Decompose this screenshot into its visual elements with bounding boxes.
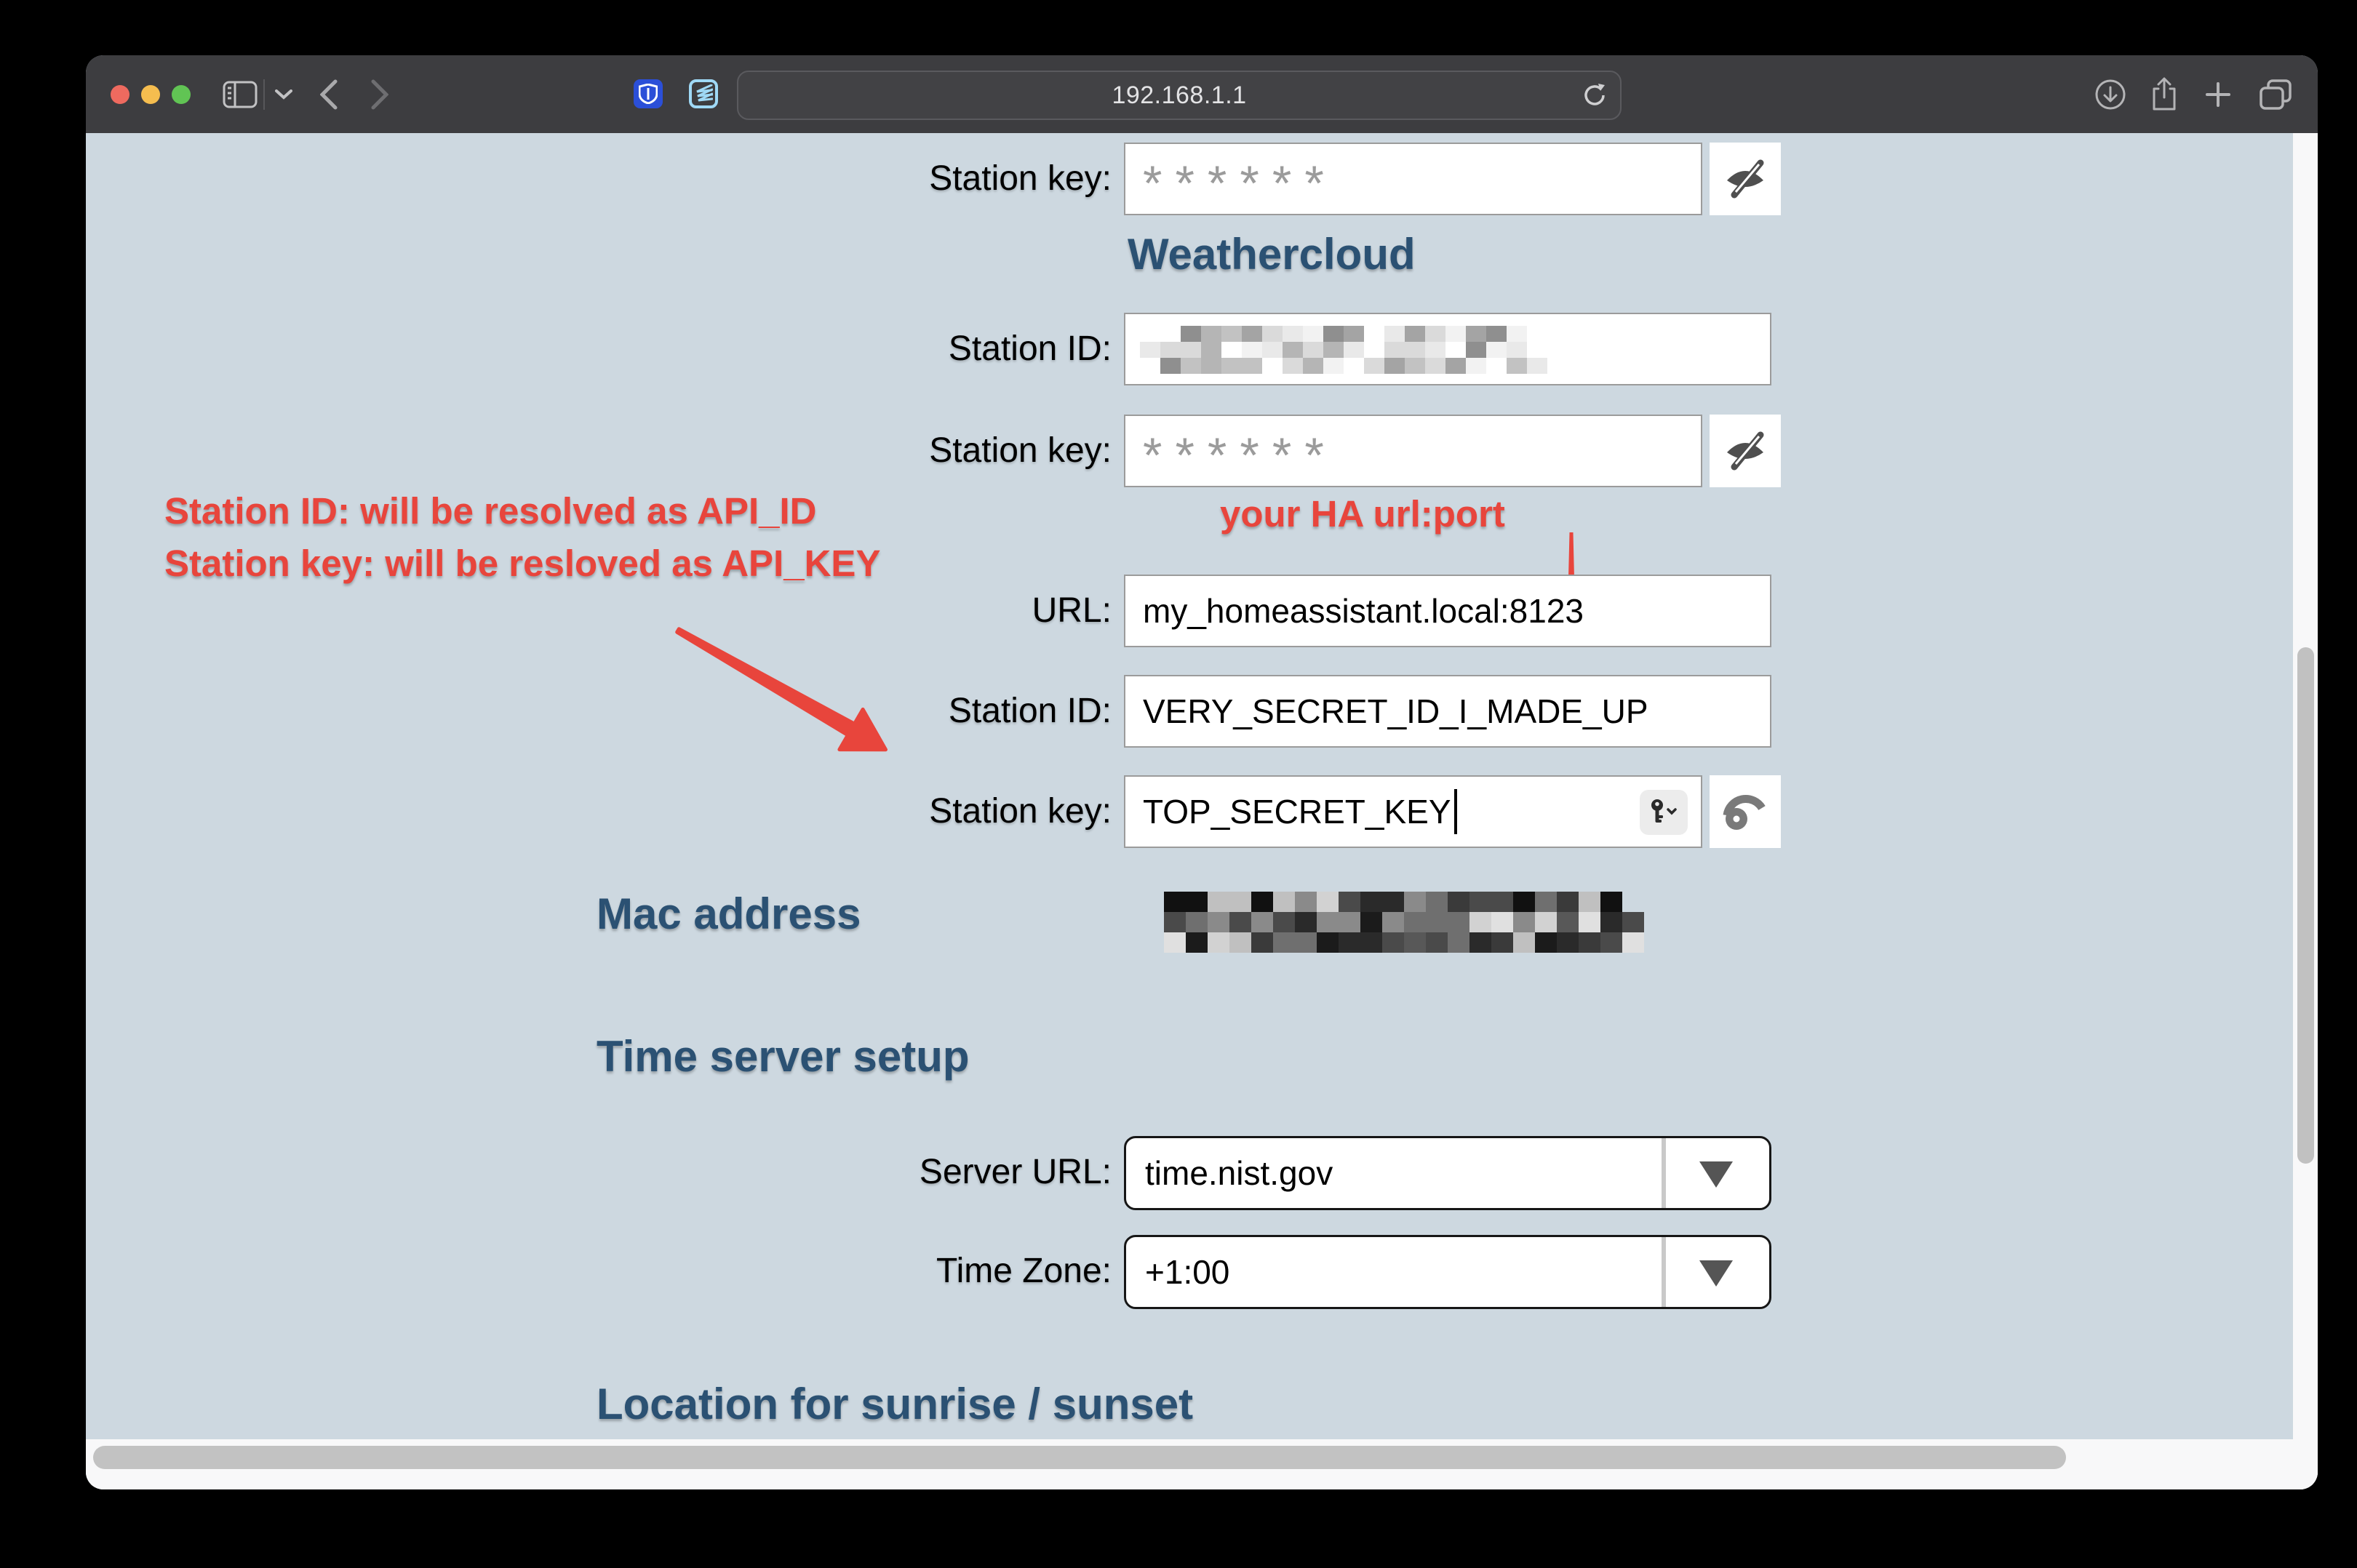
toolbar-divider xyxy=(263,79,265,110)
select-divider xyxy=(1662,1237,1666,1307)
masked-password-text: ****** xyxy=(1143,420,1337,487)
window-minimize-button[interactable] xyxy=(141,85,160,104)
back-button[interactable] xyxy=(313,55,345,133)
redacted-mac-address xyxy=(1164,892,1644,953)
sidebar-menu-button[interactable] xyxy=(269,55,298,133)
server-url-label: Server URL: xyxy=(602,1136,1112,1209)
url-label: URL: xyxy=(602,575,1112,647)
page-content: Station key: ****** Weathercloud Station… xyxy=(86,133,2318,1489)
time-server-heading: Time server setup xyxy=(597,1031,970,1081)
sidebar-icon xyxy=(223,81,258,108)
new-tab-button[interactable] xyxy=(2200,55,2236,133)
station-id-input[interactable]: VERY_SECRET_ID_I_MADE_UP xyxy=(1124,675,1771,748)
consent-extension-button[interactable] xyxy=(689,79,718,108)
downloads-button[interactable] xyxy=(2092,55,2129,133)
station-key-top-label: Station key: xyxy=(602,143,1112,215)
wc-station-id-input[interactable] xyxy=(1124,313,1771,385)
window-zoom-button[interactable] xyxy=(172,85,191,104)
annotation-ha-url: your HA url:port xyxy=(1220,492,1505,535)
vertical-scrollbar[interactable] xyxy=(2293,133,2318,1489)
dropdown-arrow-icon xyxy=(1699,1161,1733,1188)
text-caret xyxy=(1454,789,1457,834)
tab-overview-button[interactable] xyxy=(2255,55,2296,133)
station-key-top-reveal-button[interactable] xyxy=(1710,143,1781,215)
reload-button[interactable] xyxy=(1581,81,1608,109)
bitwarden-shield-icon xyxy=(639,84,658,104)
server-url-select[interactable]: time.nist.gov xyxy=(1124,1136,1771,1210)
share-icon xyxy=(2150,77,2179,112)
triple-chevron-icon xyxy=(694,84,713,103)
server-url-value: time.nist.gov xyxy=(1145,1154,1333,1192)
back-icon xyxy=(320,79,338,110)
plus-icon xyxy=(2204,81,2232,108)
download-icon xyxy=(2094,79,2126,111)
horizontal-scrollbar-thumb[interactable] xyxy=(93,1446,2066,1469)
station-id-value: VERY_SECRET_ID_I_MADE_UP xyxy=(1143,692,1648,730)
location-heading: Location for sunrise / sunset xyxy=(597,1379,1193,1429)
wc-station-key-reveal-button[interactable] xyxy=(1710,415,1781,487)
eye-off-icon xyxy=(1721,429,1769,473)
horizontal-scrollbar[interactable] xyxy=(86,1439,2318,1489)
masked-password-text: ****** xyxy=(1143,148,1337,215)
safari-window: 192.168.1.1 xyxy=(86,55,2318,1489)
address-text: 192.168.1.1 xyxy=(1112,81,1246,110)
forward-icon xyxy=(371,79,388,110)
window-close-button[interactable] xyxy=(111,85,129,104)
share-button[interactable] xyxy=(2146,55,2182,133)
weathercloud-heading: Weathercloud xyxy=(1128,229,1416,279)
wc-station-id-label: Station ID: xyxy=(602,313,1112,385)
station-key-reveal-button[interactable] xyxy=(1710,775,1781,848)
wc-station-key-input[interactable]: ****** xyxy=(1124,415,1702,487)
url-input[interactable]: my_homeassistant.local:8123 xyxy=(1124,575,1771,647)
screen: 192.168.1.1 xyxy=(0,0,2357,1568)
station-key-input[interactable]: TOP_SECRET_KEY xyxy=(1124,775,1702,848)
password-autofill-button[interactable] xyxy=(1640,790,1688,835)
time-zone-value: +1:00 xyxy=(1145,1253,1229,1291)
address-bar[interactable]: 192.168.1.1 xyxy=(737,71,1622,120)
annotation-api-id: Station ID: will be resolved as API_ID xyxy=(164,489,817,532)
time-zone-select[interactable]: +1:00 xyxy=(1124,1235,1771,1309)
browser-titlebar: 192.168.1.1 xyxy=(86,55,2318,133)
redacted-station-id xyxy=(1140,326,1547,374)
dropdown-arrow-icon xyxy=(1699,1260,1733,1287)
eye-off-icon xyxy=(1721,157,1769,201)
tab-overview-icon xyxy=(2258,79,2293,111)
sidebar-toggle-button[interactable] xyxy=(221,55,259,133)
station-key-value: TOP_SECRET_KEY xyxy=(1143,793,1451,831)
mac-address-heading: Mac address xyxy=(597,889,861,939)
wc-station-key-label: Station key: xyxy=(602,415,1112,487)
station-id-label: Station ID: xyxy=(602,675,1112,748)
bitwarden-extension-button[interactable] xyxy=(634,79,663,108)
chevron-down-icon xyxy=(275,89,292,100)
url-value: my_homeassistant.local:8123 xyxy=(1143,592,1584,630)
eye-on-icon xyxy=(1721,789,1769,834)
time-zone-label: Time Zone: xyxy=(602,1235,1112,1308)
select-divider xyxy=(1662,1138,1666,1208)
key-icon xyxy=(1648,798,1680,827)
station-key-label: Station key: xyxy=(602,775,1112,848)
station-key-top-input[interactable]: ****** xyxy=(1124,143,1702,215)
vertical-scrollbar-thumb[interactable] xyxy=(2297,647,2314,1164)
forward-button[interactable] xyxy=(364,55,396,133)
